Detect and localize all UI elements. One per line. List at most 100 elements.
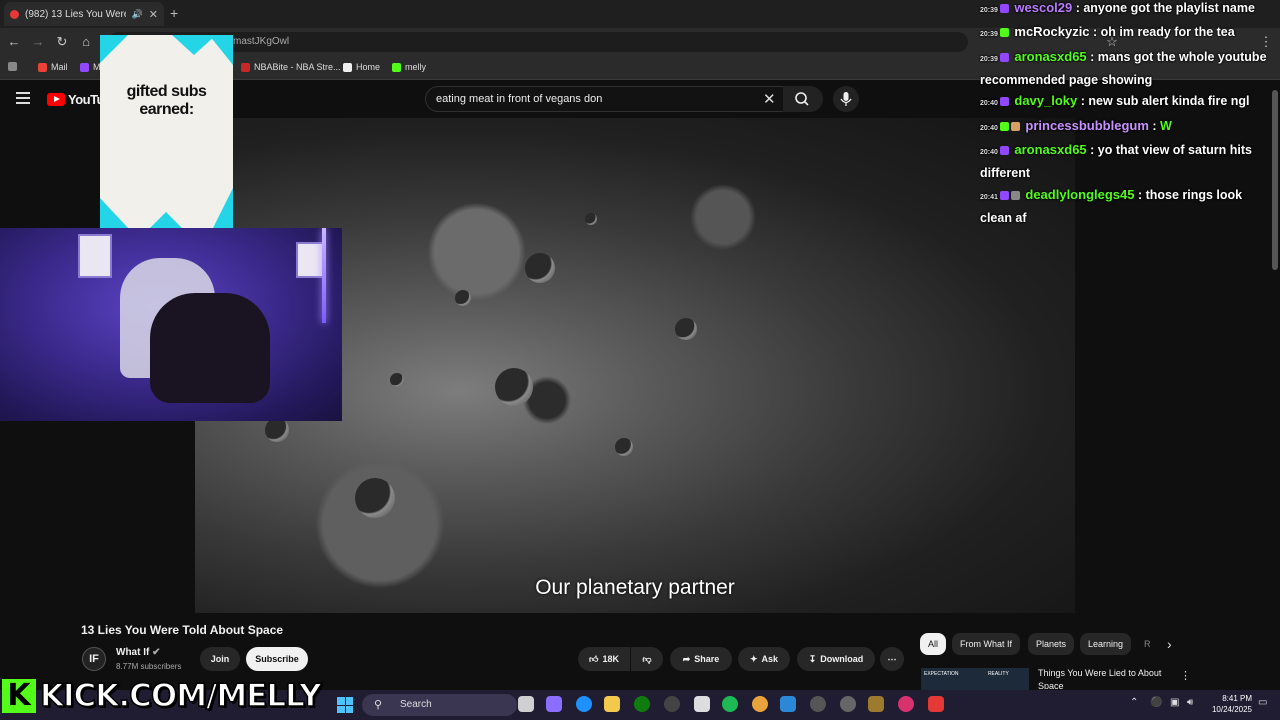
store-icon[interactable]	[694, 696, 710, 712]
notification-icon[interactable]: ▭	[1258, 697, 1267, 708]
download-button[interactable]: ↧ Download	[797, 647, 875, 671]
thumb-label: REALITY	[987, 671, 1009, 677]
url-input[interactable]: mastJKgOwl	[108, 32, 968, 52]
thumb-label: EXPECTATION	[924, 671, 959, 677]
muted-badge-icon	[1010, 191, 1020, 200]
home-icon[interactable]: ⌂	[78, 34, 94, 49]
edge-icon[interactable]	[576, 696, 592, 712]
recommendation-thumbnail[interactable]: EXPECTATION REALITY	[921, 668, 1029, 690]
bookmark-nbabite[interactable]: NBABite - NBA Stre...	[241, 62, 341, 72]
page-scrollbar[interactable]	[1272, 90, 1278, 270]
sub-badge-icon	[999, 191, 1009, 200]
bookmark-melly[interactable]: melly	[392, 62, 426, 72]
file-explorer-icon[interactable]	[604, 696, 620, 712]
chip-from-what-if[interactable]: From What If	[952, 633, 1021, 655]
windows-start-icon[interactable]	[337, 697, 353, 713]
chat-username: princessbubblegum	[1025, 118, 1149, 133]
browser-tab[interactable]: (982) 13 Lies You Were Told 🔊 ✕	[4, 2, 164, 26]
reload-icon[interactable]: ↻	[54, 34, 70, 50]
chip-planets[interactable]: Planets	[1028, 633, 1075, 655]
xbox-icon[interactable]	[634, 696, 650, 712]
gifted-subs-label: gifted subs earned:	[100, 83, 233, 119]
copilot-icon[interactable]	[546, 696, 562, 712]
search-input[interactable]: eating meat in front of vegans don	[425, 86, 785, 112]
more-actions-button[interactable]: ⋯	[880, 647, 904, 671]
system-clock[interactable]: 8:41 PM 10/24/2025	[1210, 693, 1252, 715]
chip-partial[interactable]: R	[1140, 633, 1155, 655]
media-player-icon[interactable]	[810, 696, 826, 712]
thumbs-up-icon: 👍︎	[589, 653, 599, 664]
clear-search-icon[interactable]: ✕	[763, 90, 776, 108]
chat-message: 20:39 mcRockyzic : oh im ready for the t…	[980, 24, 1235, 39]
audio-icon[interactable]: 🔊	[132, 9, 143, 20]
dislike-button[interactable]: 👎︎	[631, 647, 663, 671]
mic-tray-icon[interactable]: ⚫	[1150, 697, 1162, 708]
search-query: eating meat in front of vegans don	[436, 93, 603, 105]
forward-icon[interactable]: →	[30, 34, 46, 49]
voice-search-button[interactable]	[833, 86, 859, 112]
back-icon[interactable]: ←	[6, 34, 22, 49]
ask-label: Ask	[761, 654, 779, 664]
task-view-icon[interactable]	[518, 696, 534, 712]
chat-text: anyone got the playlist name	[1083, 1, 1255, 15]
join-button[interactable]: Join	[200, 647, 240, 671]
screen: { "browser": { "tab_title": "(982) 13 Li…	[0, 0, 1280, 720]
spotify-icon[interactable]	[722, 696, 738, 712]
bookmark-m[interactable]: M	[80, 62, 101, 72]
sub-badge-icon	[999, 53, 1009, 62]
taskbar-search-label: Search	[400, 699, 432, 710]
new-tab-icon[interactable]: +	[170, 5, 178, 21]
chat-timestamp: 20:40	[980, 125, 998, 132]
chat-message: 20:40 davy_loky : new sub alert kinda fi…	[980, 93, 1250, 108]
chat-message: 20:39 wescol29 : anyone got the playlist…	[980, 0, 1255, 15]
more-vertical-icon[interactable]: ⋮	[1180, 669, 1191, 682]
youtube-taskbar-icon[interactable]	[928, 696, 944, 712]
subscribe-button[interactable]: Subscribe	[246, 647, 308, 671]
moon-crater	[615, 438, 633, 456]
bookmark-mail[interactable]: Mail	[38, 62, 68, 72]
app-icon-2[interactable]	[868, 696, 884, 712]
chip-learning[interactable]: Learning	[1080, 633, 1132, 655]
channel-avatar[interactable]: IF	[82, 647, 106, 671]
taskbar-search[interactable]: ⚲ Search	[362, 694, 517, 716]
sub-badge-icon	[999, 146, 1009, 155]
tray-chevron-icon[interactable]: ⌃	[1130, 697, 1138, 708]
chat-timestamp: 20:41	[980, 194, 998, 201]
chevron-right-icon[interactable]: ›	[1167, 636, 1172, 652]
chat-username: davy_loky	[1014, 93, 1078, 108]
ask-button[interactable]: ✦ Ask	[738, 647, 790, 671]
close-tab-icon[interactable]: ✕	[149, 8, 158, 21]
kick-badge-icon	[999, 28, 1009, 37]
channel-name[interactable]: What If ✔	[116, 647, 161, 658]
volume-icon[interactable]: 🔊︎	[1187, 697, 1193, 708]
app-icon-3[interactable]	[898, 696, 914, 712]
more-horizontal-icon: ⋯	[887, 653, 897, 664]
chrome-icon[interactable]	[752, 696, 768, 712]
photos-icon[interactable]	[780, 696, 796, 712]
app-icon[interactable]	[664, 696, 680, 712]
apps-icon[interactable]	[8, 62, 17, 71]
chip-all[interactable]: All	[920, 633, 947, 655]
moon-crater	[585, 213, 597, 225]
moon-crater	[390, 373, 404, 387]
chat-username: wescol29	[1014, 0, 1073, 15]
like-count: 18K	[602, 654, 619, 664]
like-button[interactable]: 👍︎ 18K	[578, 647, 630, 671]
chat-text: W	[1160, 119, 1172, 133]
bookmark-home[interactable]: Home	[343, 62, 380, 72]
channel-name-text: What If	[116, 647, 150, 658]
network-icon[interactable]: ▣	[1170, 697, 1179, 708]
search-button[interactable]	[783, 86, 823, 112]
kick-url-text: KICK.COM/MELLY	[39, 677, 322, 715]
obs-icon[interactable]	[840, 696, 856, 712]
tab-title: (982) 13 Lies You Were Told	[25, 8, 126, 20]
moon-crater	[355, 478, 395, 518]
hamburger-menu-icon[interactable]	[16, 92, 30, 104]
recommendation-title[interactable]: Things You Were Lied to About Space	[1038, 667, 1173, 689]
chat-timestamp: 20:39	[980, 7, 998, 14]
youtube-play-icon	[47, 93, 65, 106]
share-button[interactable]: ➦ Share	[670, 647, 732, 671]
moon-crater	[265, 418, 289, 442]
chat-timestamp: 20:40	[980, 100, 998, 107]
moon-crater	[495, 368, 533, 406]
